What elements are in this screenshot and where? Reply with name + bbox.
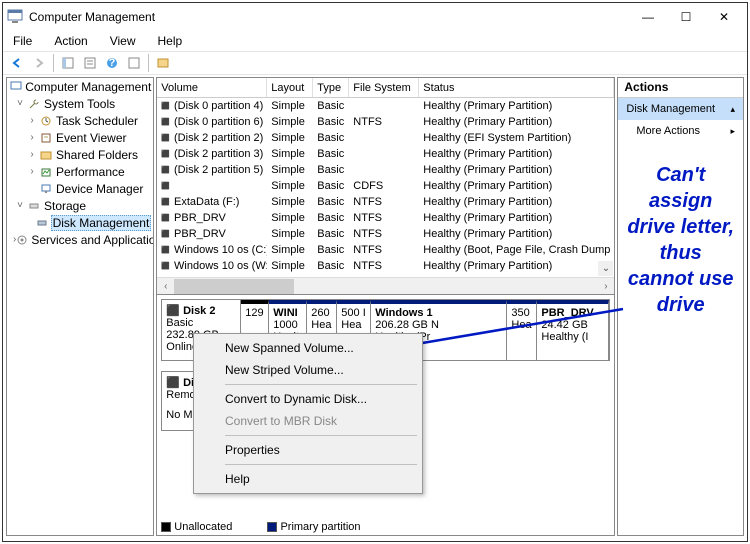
disk-icon [36,216,48,230]
menu-convert-dynamic[interactable]: Convert to Dynamic Disk... [197,388,419,410]
col-type[interactable]: Type [313,78,349,97]
tree-disk-management[interactable]: Disk Management [51,215,152,231]
storage-icon [27,199,41,213]
tree-system-tools[interactable]: System Tools [44,97,115,111]
volume-row[interactable]: SimpleBasicCDFSHealthy (Primary Partitio… [157,178,614,194]
titlebar: Computer Management — ☐ ✕ [3,3,747,31]
actions-panel: Actions Disk Management▴ More Actions▸ C… [617,77,744,536]
actions-disk-management[interactable]: Disk Management▴ [618,98,743,120]
svg-text:?: ? [109,57,116,69]
volume-row[interactable]: PBR_DRVSimpleBasicNTFSHealthy (Primary P… [157,226,614,242]
col-volume[interactable]: Volume [157,78,267,97]
event-icon [39,131,53,145]
services-icon [16,233,28,247]
device-icon [39,182,53,196]
legend: Unallocated Primary partition [161,521,392,533]
scroll-down-icon[interactable]: ⌄ [598,261,613,276]
tree-shared-folders[interactable]: Shared Folders [56,148,138,162]
volume-row[interactable]: (Disk 0 partition 6)SimpleBasicNTFSHealt… [157,114,614,130]
help-button[interactable]: ? [102,53,122,73]
show-hide-button[interactable] [58,53,78,73]
menu-properties[interactable]: Properties [197,439,419,461]
perf-icon [39,165,53,179]
tree-root[interactable]: Computer Management [25,80,151,94]
window: Computer Management — ☐ ✕ File Action Vi… [2,2,748,542]
tree-performance[interactable]: Performance [56,165,125,179]
volume-row[interactable]: (Disk 2 partition 2)SimpleBasicHealthy (… [157,130,614,146]
window-title: Computer Management [29,10,629,24]
app-icon [7,9,23,25]
close-button[interactable]: ✕ [705,5,743,29]
menubar: File Action View Help [3,31,747,51]
menu-action[interactable]: Action [48,32,93,50]
properties-button[interactable] [80,53,100,73]
actions-header: Actions [618,78,743,98]
tree-storage[interactable]: Storage [44,199,86,213]
horizontal-scrollbar[interactable]: ‹› [157,277,614,294]
annotation-text: Can't assign drive letter, thus cannot u… [618,142,743,318]
partition[interactable]: 350Hea [507,300,537,360]
col-filesystem[interactable]: File System [349,78,419,97]
minimize-button[interactable]: — [629,5,667,29]
menu-view[interactable]: View [104,32,142,50]
chevron-right-icon: ▸ [730,126,735,137]
clock-icon [39,114,53,128]
wrench-icon [27,97,41,111]
volume-list-header: Volume Layout Type File System Status [157,78,614,98]
tree-services[interactable]: Services and Applications [31,233,154,247]
computer-icon [10,80,22,94]
volume-row[interactable]: (Disk 2 partition 3)SimpleBasicHealthy (… [157,146,614,162]
context-menu: New Spanned Volume... New Striped Volume… [193,333,423,494]
tree-device-manager[interactable]: Device Manager [56,182,143,196]
volume-row[interactable]: PBR_DRVSimpleBasicNTFSHealthy (Primary P… [157,210,614,226]
volume-row[interactable]: Windows 10 os (C:)SimpleBasicNTFSHealthy… [157,242,614,258]
folder-icon [39,148,53,162]
volume-row[interactable]: ExtaData (F:)SimpleBasicNTFSHealthy (Pri… [157,194,614,210]
toolbar: ? [3,51,747,75]
tree-event-viewer[interactable]: Event Viewer [56,131,126,145]
col-layout[interactable]: Layout [267,78,313,97]
menu-file[interactable]: File [7,32,38,50]
menu-new-spanned[interactable]: New Spanned Volume... [197,337,419,359]
chevron-up-icon: ▴ [730,104,735,115]
actions-more[interactable]: More Actions▸ [618,120,743,142]
tree-task-scheduler[interactable]: Task Scheduler [56,114,138,128]
volume-row[interactable]: (Disk 2 partition 5)SimpleBasicHealthy (… [157,162,614,178]
menu-new-striped[interactable]: New Striped Volume... [197,359,419,381]
partition[interactable]: PBR_DRV24.42 GBHealthy (I [537,300,609,360]
volume-list[interactable]: Volume Layout Type File System Status (D… [156,77,615,295]
volume-row[interactable]: (Disk 0 partition 4)SimpleBasicHealthy (… [157,98,614,114]
forward-button[interactable] [29,53,49,73]
menu-help[interactable]: Help [152,32,189,50]
back-button[interactable] [7,53,27,73]
volume-row[interactable]: Windows 10 os (W:)SimpleBasicNTFSHealthy… [157,258,614,274]
refresh-button[interactable] [124,53,144,73]
col-status[interactable]: Status [419,78,614,97]
menu-help[interactable]: Help [197,468,419,490]
menu-convert-mbr: Convert to MBR Disk [197,410,419,432]
nav-tree[interactable]: Computer Management ˅System Tools ›Task … [6,77,154,536]
settings-button[interactable] [153,53,173,73]
maximize-button[interactable]: ☐ [667,5,705,29]
